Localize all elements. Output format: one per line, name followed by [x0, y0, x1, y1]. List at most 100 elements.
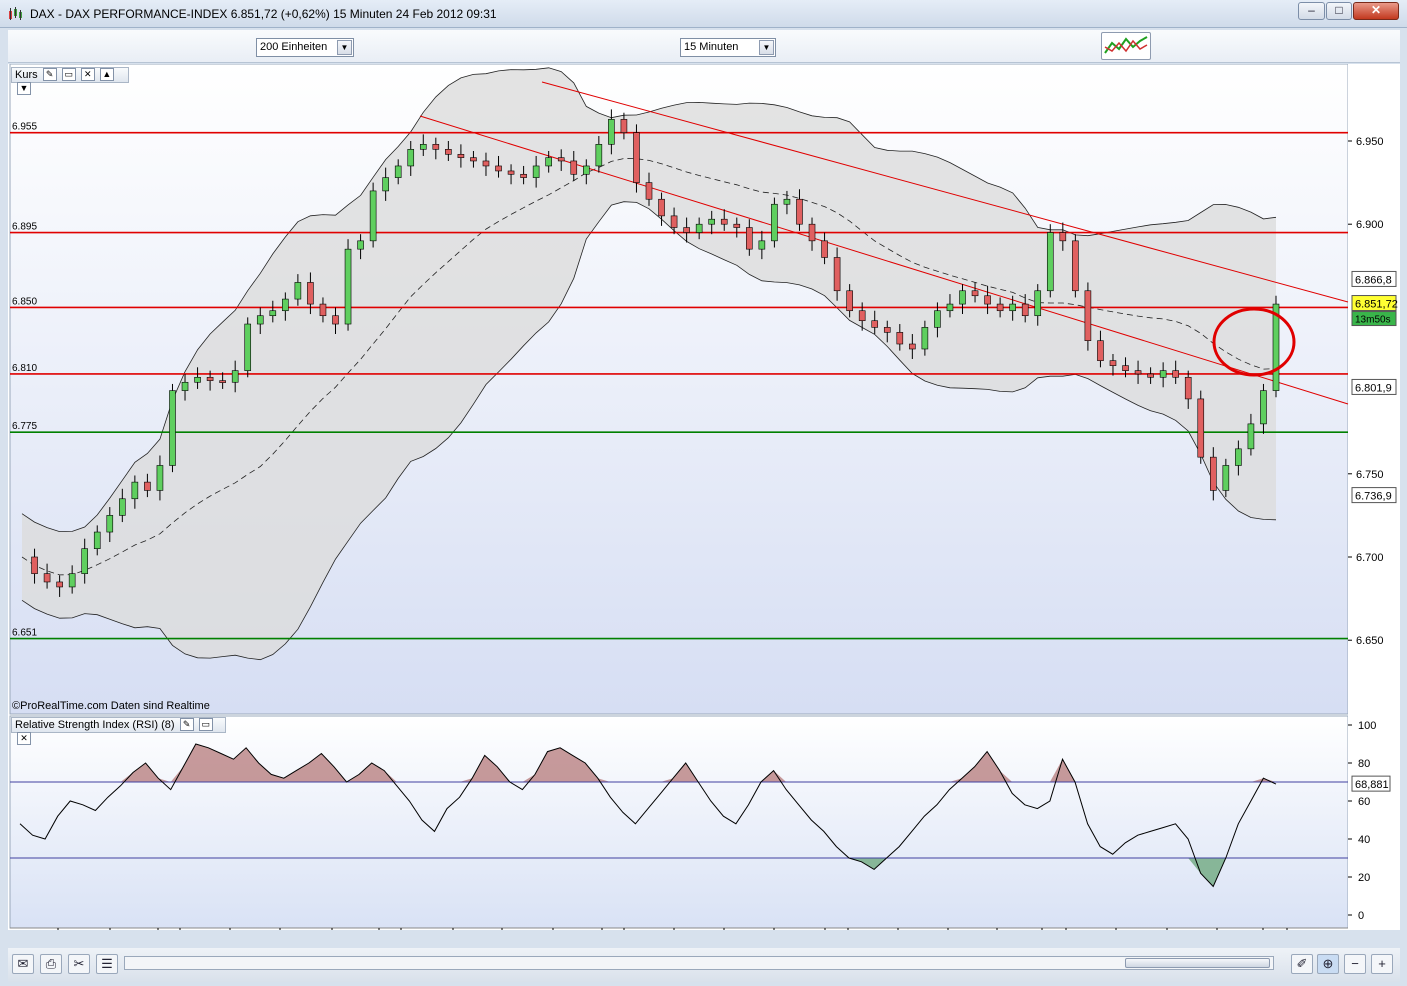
zoom-in-icon[interactable]: +	[1371, 954, 1393, 974]
candle-body	[369, 190, 377, 242]
candle-body	[169, 390, 176, 466]
candle-body	[670, 215, 678, 228]
chevron-down-icon: ▼	[759, 40, 774, 55]
candle-body	[482, 160, 490, 167]
window-icon[interactable]: ▭	[198, 718, 213, 731]
candle-body	[1097, 340, 1104, 361]
candle-body	[119, 498, 126, 516]
candle-body	[1260, 390, 1267, 425]
horizontal-level-label: 6.895	[12, 222, 37, 233]
rsi-panel-header: Relative Strength Index (RSI) (8) ✎ ▭ ✕	[11, 717, 226, 745]
candle-body	[570, 160, 578, 175]
candle-body	[808, 223, 816, 242]
price-axis-label: 6.900	[1356, 219, 1384, 231]
candle-body	[294, 282, 302, 300]
candle-body	[796, 198, 803, 225]
candle-body	[645, 182, 653, 200]
drawing-tool-icon[interactable]: ✐	[1291, 954, 1313, 974]
candle-body	[1021, 303, 1029, 317]
candle-body	[858, 310, 866, 322]
price-tag-lower: 6.736,9	[1355, 491, 1392, 503]
candle-body	[783, 198, 791, 205]
maximize-button[interactable]: □	[1326, 2, 1352, 20]
candle-body	[833, 257, 841, 292]
chart-canvas[interactable]: 6.955 6.895 6.850 6.810 6.775 6.651 6.950 6.900…	[8, 63, 1400, 947]
scrollbar-thumb[interactable]	[1125, 958, 1270, 968]
candle-body	[419, 144, 427, 150]
close-icon[interactable]: ✕	[17, 732, 31, 745]
candle-body	[357, 240, 364, 250]
candle-body	[758, 240, 766, 250]
chart-style-button[interactable]	[1101, 32, 1151, 60]
candle-body	[896, 332, 904, 345]
horizontal-level-label: 6.955	[12, 122, 37, 133]
list-icon[interactable]: ☰	[96, 954, 118, 974]
units-select-value: 200 Einheiten	[260, 41, 328, 53]
candle-body	[68, 573, 76, 588]
interval-select[interactable]: 15 Minuten ▼	[680, 38, 776, 57]
price-axis-label: 6.650	[1356, 635, 1384, 647]
candle-body	[93, 531, 101, 549]
candle-body	[720, 218, 728, 225]
window-icon[interactable]: ▭	[61, 68, 76, 81]
data-source-note: ©ProRealTime.com Daten sind Realtime	[12, 700, 210, 712]
candle-body	[131, 481, 139, 500]
candle-body	[733, 223, 741, 228]
print-icon[interactable]: ⎙	[40, 954, 62, 974]
rsi-axis-label: 100	[1358, 720, 1376, 732]
close-icon[interactable]: ✕	[80, 68, 95, 81]
move-up-icon[interactable]: ▲	[99, 68, 114, 81]
candle-body	[695, 223, 703, 233]
candle-body	[43, 573, 51, 583]
candle-body	[871, 320, 879, 328]
candle-body	[1184, 376, 1192, 400]
move-down-icon[interactable]: ▼	[17, 82, 31, 95]
candle-body	[683, 227, 690, 233]
rsi-value-tag: 68,881	[1355, 779, 1389, 791]
candle-body	[771, 203, 778, 242]
price-panel-title: Kurs	[15, 69, 38, 81]
chevron-down-icon: ▼	[337, 40, 352, 55]
candle-body	[921, 327, 929, 350]
candle-body	[445, 149, 452, 155]
candle-body	[1084, 290, 1092, 341]
candle-body	[608, 119, 615, 145]
candle-body	[319, 303, 327, 317]
candle-body	[1197, 398, 1205, 458]
candle-body	[846, 290, 853, 312]
candle-body	[244, 323, 252, 371]
zoom-select-icon[interactable]: ⊕	[1317, 954, 1339, 974]
zoom-out-icon[interactable]: −	[1344, 954, 1366, 974]
wrench-icon[interactable]: ✎	[179, 718, 194, 731]
chart-style-icon	[1104, 36, 1148, 54]
candle-body	[746, 227, 753, 250]
minimize-button[interactable]: –	[1298, 2, 1325, 20]
candle-body	[959, 290, 966, 305]
candle-body	[332, 315, 339, 325]
candle-body	[1159, 370, 1167, 378]
rsi-axis-label: 40	[1358, 834, 1370, 846]
candle-body	[1046, 232, 1054, 292]
price-tag-current: 6.851,72	[1355, 299, 1398, 311]
candle-body	[1109, 360, 1117, 366]
chart-area[interactable]: 6.955 6.895 6.850 6.810 6.775 6.651 6.950 6.900…	[8, 63, 1400, 947]
candle-body	[821, 240, 828, 258]
candle-body	[31, 556, 38, 574]
close-button[interactable]: ✕	[1353, 2, 1399, 20]
candle-body	[1210, 456, 1217, 491]
scissors-icon[interactable]: ✂	[68, 954, 90, 974]
candle-body	[269, 310, 277, 317]
units-select[interactable]: 200 Einheiten ▼	[256, 38, 354, 57]
candle-body	[231, 370, 239, 383]
candle-body	[582, 165, 590, 175]
candle-body	[394, 165, 402, 178]
horizontal-scrollbar[interactable]	[124, 956, 1274, 970]
horizontal-level-label: 6.810	[12, 363, 37, 374]
rsi-panel-background	[9, 715, 1349, 929]
candle-body	[1059, 232, 1067, 242]
candle-body	[106, 515, 114, 533]
candle-body	[219, 380, 226, 383]
mail-icon[interactable]: ✉	[12, 954, 34, 974]
wrench-icon[interactable]: ✎	[42, 68, 57, 81]
candle-body	[996, 303, 1004, 312]
